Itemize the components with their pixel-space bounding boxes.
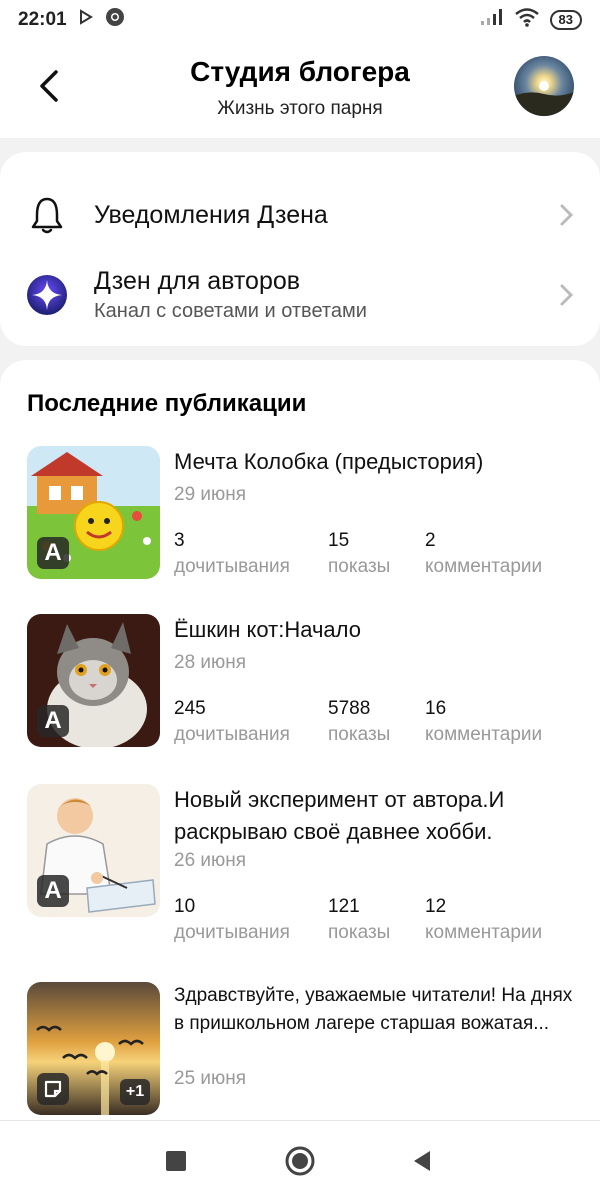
back-nav-button[interactable] (408, 1147, 436, 1175)
status-time: 22:01 (18, 9, 67, 30)
header: Студия блогера Жизнь этого парня (0, 40, 600, 138)
menu-item-sublabel: Канал с советами и ответами (94, 300, 367, 322)
chevron-right-icon (556, 282, 576, 308)
play-icon (79, 9, 93, 31)
recent-publications: Последние публикации A Мечта Колобка (пр… (0, 360, 600, 1120)
recents-button[interactable] (162, 1147, 190, 1175)
avatar[interactable] (514, 56, 574, 116)
publication-item[interactable]: +1 Здравствуйте, уважаемые читатели! На … (0, 982, 600, 1120)
bell-icon (26, 194, 68, 236)
circle-icon (285, 1146, 315, 1176)
stat-reads: 245 дочитывания (174, 698, 290, 745)
publication-date: 29 июня (174, 484, 247, 505)
chrome-icon (105, 7, 125, 33)
publication-date: 26 июня (174, 850, 247, 871)
publication-item[interactable]: A Мечта Колобка (предыстория) 29 июня 3 … (0, 446, 600, 596)
stat-comments: 16 комментарии (425, 698, 543, 745)
publication-thumbnail: A (27, 784, 160, 917)
publication-thumbnail: A (27, 446, 160, 579)
stat-views: 5788 показы (328, 698, 391, 745)
zen-star-icon (26, 274, 68, 316)
menu-item-zen-notifications[interactable]: Уведомления Дзена (0, 170, 600, 260)
more-images-badge: +1 (120, 1079, 150, 1105)
article-badge: A (37, 705, 69, 737)
publication-title: Новый эксперимент от автора.И раскрываю … (174, 787, 505, 844)
publication-title: Мечта Колобка (предыстория) (174, 449, 484, 474)
triangle-back-icon (414, 1151, 430, 1171)
section-title: Последние публикации (27, 390, 307, 417)
menu-item-label: Дзен для авторов (94, 267, 301, 295)
menu-card: Уведомления Дзена Дзен для авторов Канал… (0, 152, 600, 346)
stat-views: 15 показы (328, 530, 391, 577)
stat-comments: 2 комментарии (425, 530, 543, 577)
publication-thumbnail: +1 (27, 982, 160, 1115)
chevron-right-icon (556, 202, 576, 228)
square-icon (166, 1151, 186, 1171)
publication-item[interactable]: A Ёшкин кот:Начало 28 июня 245 дочитыван… (0, 614, 600, 764)
system-nav-bar (0, 1120, 600, 1200)
stat-comments: 12 комментарии (425, 896, 543, 943)
wifi-icon (514, 7, 540, 33)
page-subtitle: Жизнь этого парня (217, 98, 383, 119)
signal-icon (480, 8, 504, 32)
publication-title: Здравствуйте, уважаемые читатели! На дня… (174, 985, 573, 1034)
page-title: Студия блогера (190, 56, 410, 87)
publication-thumbnail: A (27, 614, 160, 747)
publication-date: 25 июня (174, 1068, 247, 1089)
article-badge: A (37, 875, 69, 907)
status-bar: 22:01 83 (0, 0, 600, 40)
publication-item[interactable]: A Новый эксперимент от автора.И раскрыва… (0, 784, 600, 964)
stat-reads: 3 дочитывания (174, 530, 290, 577)
stat-reads: 10 дочитывания (174, 896, 290, 943)
menu-item-zen-for-authors[interactable]: Дзен для авторов Канал с советами и отве… (0, 252, 600, 338)
post-badge-icon (37, 1073, 69, 1105)
publication-date: 28 июня (174, 652, 247, 673)
battery-indicator: 83 (549, 10, 582, 30)
article-badge: A (37, 537, 69, 569)
stat-views: 121 показы (328, 896, 391, 943)
home-button[interactable] (284, 1145, 316, 1177)
publication-title: Ёшкин кот:Начало (174, 617, 361, 642)
menu-item-label: Уведомления Дзена (94, 200, 328, 229)
